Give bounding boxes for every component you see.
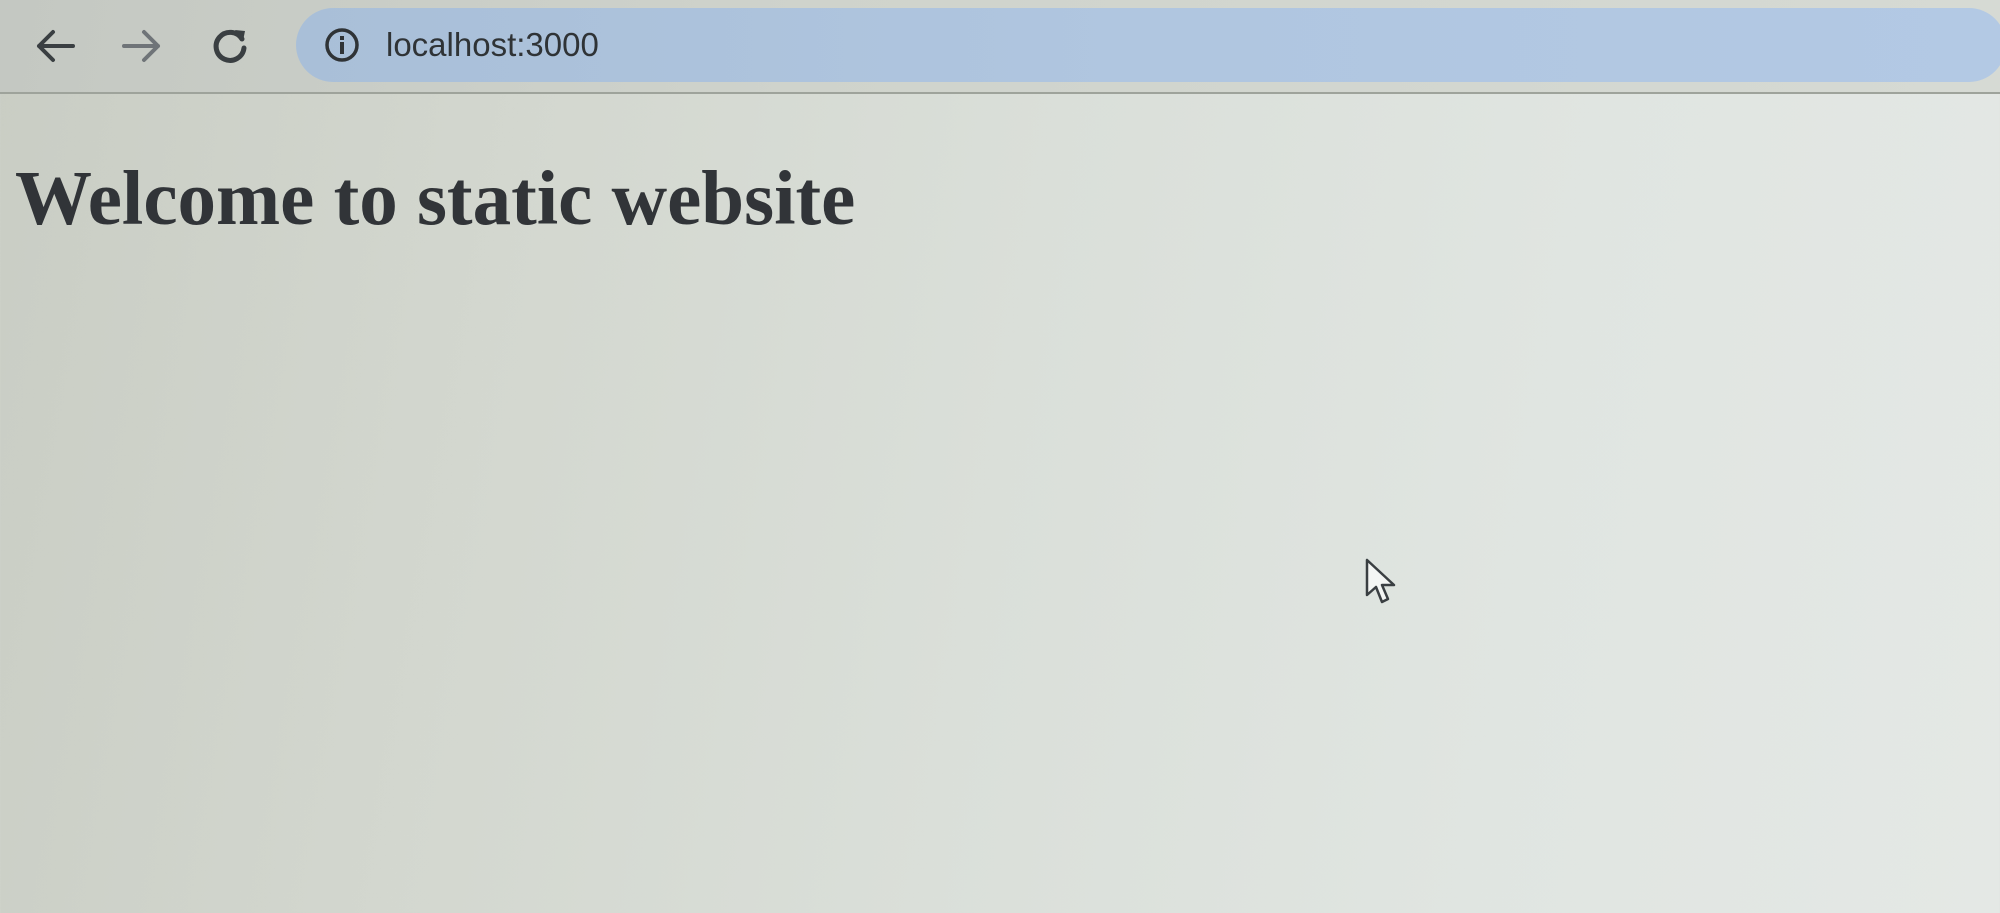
page-heading: Welcome to static website xyxy=(15,155,856,241)
reload-icon xyxy=(209,25,251,67)
reload-button[interactable] xyxy=(200,18,260,74)
address-bar[interactable]: localhost:3000 xyxy=(296,8,2000,82)
forward-button[interactable] xyxy=(112,18,172,74)
browser-toolbar: localhost:3000 xyxy=(0,0,2000,94)
page-content: Welcome to static website xyxy=(0,94,2000,913)
back-button[interactable] xyxy=(25,18,85,74)
url-text[interactable]: localhost:3000 xyxy=(386,8,599,82)
info-circle-icon[interactable] xyxy=(324,27,360,63)
mouse-pointer-icon xyxy=(1364,557,1398,607)
forward-arrow-icon xyxy=(120,28,164,64)
back-arrow-icon xyxy=(33,28,77,64)
